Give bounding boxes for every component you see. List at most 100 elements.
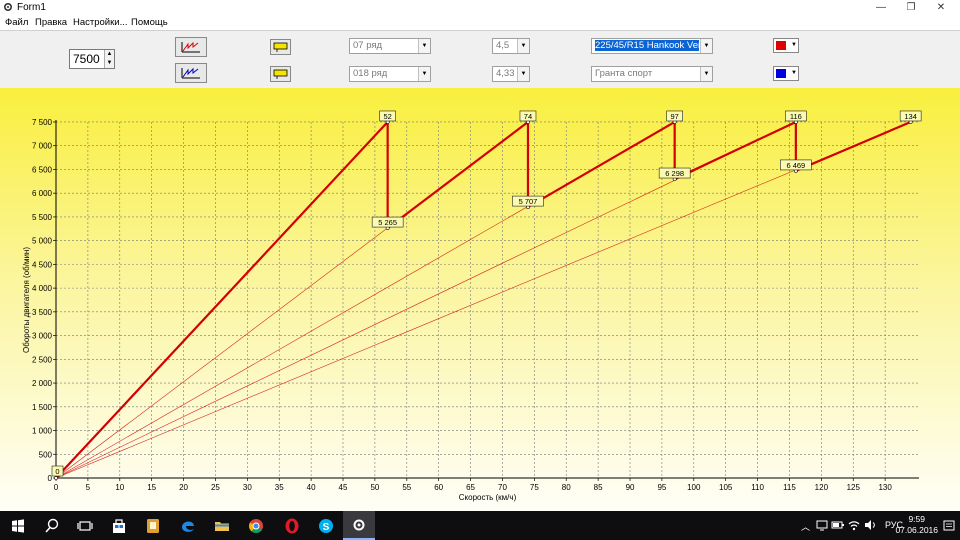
opera-icon[interactable] — [282, 516, 302, 536]
annotation-label: 74 — [524, 112, 532, 121]
x-tick-label: 100 — [687, 483, 701, 492]
active-app-gear-icon[interactable] — [343, 511, 375, 540]
label-button-1[interactable] — [270, 39, 291, 55]
x-tick-label: 35 — [275, 483, 284, 492]
x-tick-label: 120 — [815, 483, 829, 492]
chart-button-2[interactable] — [175, 63, 207, 83]
y-tick-label: 7 000 — [32, 142, 53, 151]
clock-time: 9:59 — [908, 514, 925, 524]
color-picker-1[interactable]: ▼ — [773, 38, 799, 53]
wifi-icon[interactable] — [847, 517, 861, 533]
x-tick-label: 105 — [719, 483, 733, 492]
y-tick-label: 6 000 — [32, 189, 53, 198]
task-view-icon[interactable] — [75, 516, 95, 536]
menu-file[interactable]: Файл — [5, 17, 28, 28]
x-tick-label: 70 — [498, 483, 507, 492]
taskbar: S ︿ РУС 9:59 07.06.2016 — [0, 511, 960, 540]
chevron-down-icon[interactable]: ▼ — [418, 67, 430, 81]
maximize-button[interactable]: ❐ — [896, 0, 926, 15]
x-tick-label: 55 — [402, 483, 411, 492]
x-tick-label: 20 — [179, 483, 188, 492]
chrome-icon[interactable] — [246, 516, 266, 536]
notification-icon[interactable] — [942, 518, 956, 534]
y-tick-label: 2 000 — [32, 379, 53, 388]
final-drive-value-2: 4,33 — [496, 68, 515, 79]
x-tick-label: 25 — [211, 483, 220, 492]
chevron-down-icon[interactable]: ▼ — [418, 39, 430, 53]
x-tick-label: 50 — [370, 483, 379, 492]
network-icon[interactable] — [815, 517, 829, 533]
gearset-value-1: 07 ряд — [353, 40, 383, 51]
annotation-label: 116 — [790, 112, 802, 121]
app-orange-icon[interactable] — [143, 516, 163, 536]
color-swatch-1 — [776, 41, 786, 50]
windows-start-icon[interactable] — [8, 516, 28, 536]
chevron-down-icon[interactable]: ▼ — [700, 67, 712, 81]
chevron-down-icon[interactable]: ▼ — [517, 39, 529, 53]
volume-icon[interactable] — [863, 517, 877, 533]
chart-button-1[interactable] — [175, 37, 207, 57]
tag-icon — [273, 69, 288, 79]
spinner-arrows-icon[interactable]: ▲ ▼ — [104, 50, 114, 68]
window-title: Form1 — [17, 2, 46, 13]
x-tick-label: 45 — [339, 483, 348, 492]
close-button[interactable]: ✕ — [926, 0, 956, 15]
y-tick-label: 7 500 — [32, 118, 53, 127]
label-button-2[interactable] — [270, 66, 291, 82]
y-axis-label: Обороты двигателя (об/мин) — [22, 247, 31, 353]
tire-value-2: Гранта спорт — [595, 68, 653, 79]
gearset-value-2: 018 ряд — [353, 68, 388, 79]
tire-select-2[interactable]: Гранта спорт ▼ — [591, 66, 713, 82]
x-tick-label: 85 — [594, 483, 603, 492]
chart-icon — [181, 41, 200, 53]
store-icon[interactable] — [109, 516, 129, 536]
final-drive-select-2[interactable]: 4,33 ▼ — [492, 66, 530, 82]
annotation-label: 0 — [55, 467, 59, 476]
rpm-spinner[interactable]: 7500 ▲ ▼ — [69, 49, 115, 69]
y-tick-label: 2 500 — [32, 355, 53, 364]
annotation-label: 97 — [670, 112, 678, 121]
y-tick-label: 3 500 — [32, 308, 53, 317]
app-gear-icon — [3, 2, 13, 12]
y-tick-label: 5 500 — [32, 213, 53, 222]
minimize-button[interactable]: — — [866, 0, 896, 15]
edge-icon[interactable] — [178, 516, 198, 536]
x-tick-label: 95 — [657, 483, 666, 492]
x-tick-label: 30 — [243, 483, 252, 492]
gearset-select-1[interactable]: 07 ряд ▼ — [349, 38, 431, 54]
chevron-down-icon[interactable]: ▼ — [517, 67, 529, 81]
chevron-down-icon[interactable]: ▼ — [700, 39, 712, 53]
y-tick-label: 6 500 — [32, 165, 53, 174]
skype-icon[interactable]: S — [316, 516, 336, 536]
menu-help[interactable]: Помощь — [131, 17, 168, 28]
menu-edit[interactable]: Правка — [35, 17, 67, 28]
chevron-up-icon[interactable]: ︿ — [801, 520, 810, 533]
chevron-down-icon[interactable]: ▼ — [791, 67, 797, 80]
color-swatch-2 — [776, 69, 786, 78]
chevron-down-icon[interactable]: ▼ — [791, 39, 797, 52]
x-tick-label: 40 — [307, 483, 316, 492]
tire-value-1: 225/45/R15 Hankook Ventus — [595, 40, 699, 51]
x-axis-label: Скорость (км/ч) — [459, 493, 517, 502]
annotation-label: 5 265 — [378, 218, 397, 227]
y-tick-label: 4 500 — [32, 260, 53, 269]
clock[interactable]: 9:59 07.06.2016 — [895, 514, 938, 536]
gear-line-5 — [55, 121, 911, 479]
menu-settings[interactable]: Настройки... — [73, 17, 128, 28]
x-tick-label: 75 — [530, 483, 539, 492]
tire-select-1[interactable]: 225/45/R15 Hankook Ventus ▼ — [591, 38, 713, 54]
gearset-select-2[interactable]: 018 ряд ▼ — [349, 66, 431, 82]
x-tick-label: 110 — [751, 483, 764, 492]
x-tick-label: 15 — [147, 483, 156, 492]
final-drive-select-1[interactable]: 4,5 ▼ — [492, 38, 530, 54]
x-tick-label: 130 — [878, 483, 892, 492]
y-tick-label: 5 000 — [32, 237, 53, 246]
color-picker-2[interactable]: ▼ — [773, 66, 799, 81]
battery-icon[interactable] — [831, 517, 845, 533]
file-explorer-icon[interactable] — [212, 516, 232, 536]
menu-bar: Файл Правка Настройки... Помощь — [0, 15, 960, 30]
y-tick-label: 4 000 — [32, 284, 53, 293]
final-drive-value-1: 4,5 — [496, 40, 510, 51]
search-icon[interactable] — [42, 516, 62, 536]
toolbar — [0, 30, 960, 89]
